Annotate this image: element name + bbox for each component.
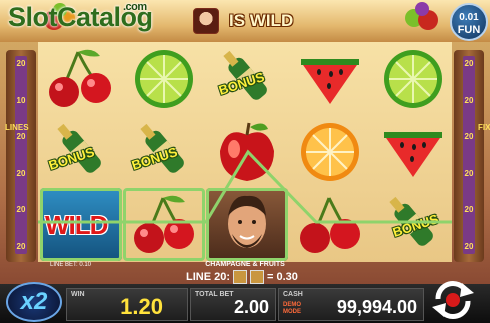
orange-symbol [289,115,371,188]
wild-symbol: WILD [40,188,122,261]
cash-panel: CASH DEMO MODE 99,994.00 [278,288,424,321]
total-bet-value: 2.00 [233,297,269,317]
multiplier-button[interactable]: x2 [6,282,62,322]
mini-bottle-icon [233,270,248,284]
champagne-bonus-symbol: BONUS [206,42,288,115]
fun-label: FUN [457,24,481,36]
man-symbol [206,188,288,261]
payline-number[interactable]: 20 [465,169,474,178]
reel-4 [289,42,371,262]
payline-number[interactable]: 20 [465,96,474,105]
payline-number[interactable]: 10 [17,96,26,105]
man-portrait-icon [228,195,266,248]
apple-symbol [206,115,288,188]
win-value: 1.20 [120,294,163,319]
demo-mode-label: DEMO MODE [283,302,301,315]
watermelon-symbol [372,115,454,188]
payline-number[interactable]: 20 [465,132,474,141]
line-win-amount: = 0.30 [267,271,298,283]
orange-icon [301,123,359,181]
right-payline-strip: 20 20 20 20 20 20 [463,56,475,254]
win-label: WIN [71,291,85,298]
lime-icon [384,50,442,108]
cherries-icon [49,49,111,107]
payline-number[interactable]: 20 [465,59,474,68]
payline-number[interactable]: 20 [17,242,26,251]
champagne-bonus-symbol: BONUS [40,115,122,188]
champagne-bonus-symbol: BONUS [372,188,454,261]
reel-5: BONUS [372,42,454,262]
watermelon-icon [301,59,359,104]
wild-label: WILD [45,210,108,240]
total-bet-panel[interactable]: TOTAL BET 2.00 [190,288,276,321]
wild-face-icon [193,8,219,34]
logo-com: .com [123,1,147,13]
total-bet-label: TOTAL BET [195,291,234,298]
mini-bottle-icon [250,270,265,284]
payline-number[interactable]: 20 [17,205,26,214]
line-win-info: LINE 20: = 0.30 [186,270,298,284]
fun-coin-badge[interactable]: 0.01 FUN [450,3,488,41]
wild-title-text: IS WILD [229,11,294,30]
reel-2: BONUS [123,42,205,262]
cash-value: 99,994.00 [336,297,417,317]
watermelon-symbol [289,42,371,115]
cherries-icon [300,197,360,253]
game-name: CHAMPAGNE & FRUITS [205,261,285,268]
fruit-bowl-right-icon [405,2,438,30]
left-payline-strip: 20 10 20 20 20 20 [15,56,27,254]
reel-area[interactable]: BONUS WILD BONUS BONUS BONUS [38,42,452,262]
lime-symbol [123,42,205,115]
payline-number[interactable]: 20 [17,169,26,178]
champagne-bonus-symbol: BONUS [123,115,205,188]
payline-number[interactable]: 20 [465,242,474,251]
reel-3: BONUS [206,42,288,262]
cash-label: CASH [283,291,303,298]
reel-1: BONUS WILD [40,42,122,262]
cherries-symbol [123,188,205,261]
slotcatalog-logo: SlotCatalog .com [8,1,153,33]
lines-label: LINES [5,122,29,133]
payline-number[interactable]: 20 [465,205,474,214]
spin-button[interactable] [428,277,478,323]
win-panel: WIN 1.20 [66,288,188,321]
payline-number[interactable]: 20 [17,132,26,141]
wild-title: IS WILD [193,8,293,34]
cherries-symbol [40,42,122,115]
cherries-icon [134,195,194,253]
apple-icon [220,122,274,181]
left-payline-rail: 20 10 20 20 20 20 LINES [5,50,36,262]
lime-symbol [372,42,454,115]
cherries-symbol [289,188,371,261]
watermelon-icon [384,132,442,177]
lime-icon [135,50,193,108]
right-payline-rail: 20 20 20 20 20 20 FIXED [454,50,490,262]
fun-denomination: 0.01 [459,12,479,23]
top-banner: SlotCatalog .com IS WILD 0.01 FUN [0,0,490,42]
line-label: LINE 20: [186,271,231,283]
payline-number[interactable]: 20 [17,59,26,68]
spin-arrows-icon [432,280,474,320]
fixed-label: FIXED [478,123,490,132]
